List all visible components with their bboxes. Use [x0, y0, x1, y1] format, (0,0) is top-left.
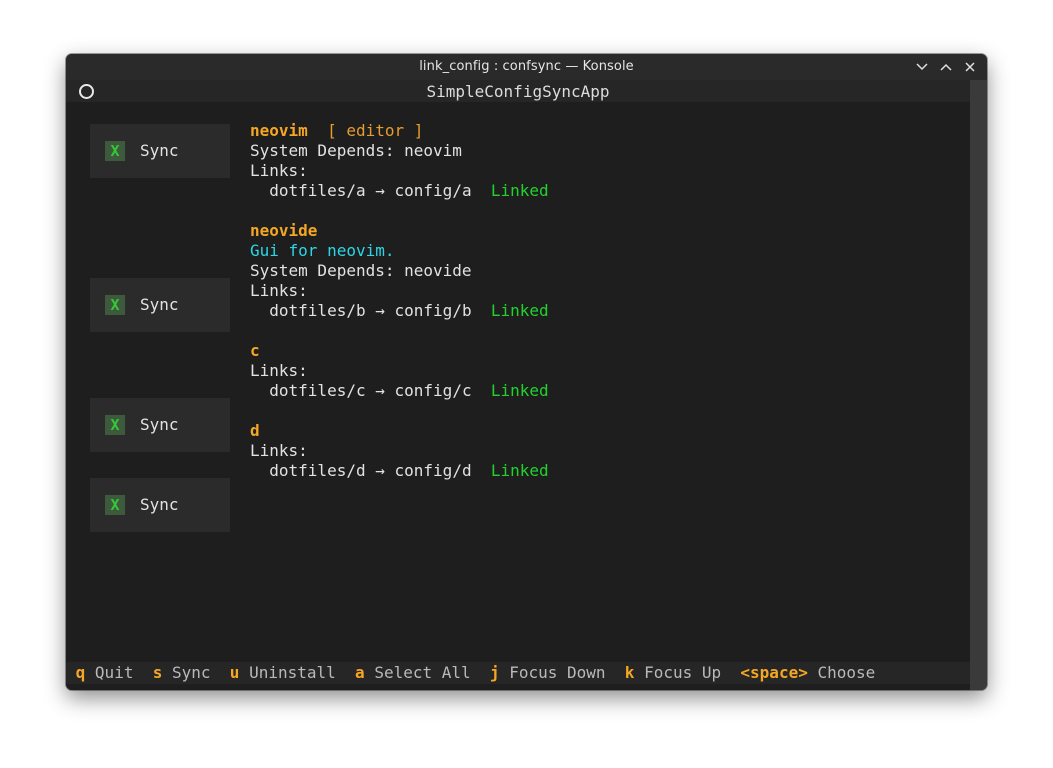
arrow-icon: → [375, 181, 385, 200]
app-title: SimpleConfigSyncApp [426, 82, 610, 101]
link-status: Linked [490, 301, 549, 320]
entry-tag: [ editor ] [327, 121, 424, 140]
action-choose[interactable]: Choose [817, 663, 875, 682]
sync-label: Sync [140, 295, 179, 314]
arrow-icon: → [375, 301, 385, 320]
entry-links-label: Links: [250, 361, 308, 380]
scrollbar[interactable] [970, 80, 987, 690]
link-source: dotfiles/a [269, 181, 366, 200]
link-status: Linked [490, 181, 549, 200]
link-target: config/c [394, 381, 472, 400]
konsole-window: link_config : confsync — Konsole SimpleC… [66, 54, 987, 690]
sync-toggle[interactable]: X Sync [90, 398, 230, 452]
action-focus-down[interactable]: Focus Down [509, 663, 605, 682]
sync-toggle[interactable]: X Sync [90, 478, 230, 532]
entry-depends: System Depends: neovim [250, 141, 462, 160]
entry-link: dotfiles/d → config/d Linked [250, 461, 549, 481]
link-source: dotfiles/d [269, 461, 366, 480]
key-sync[interactable]: s [153, 663, 163, 682]
key-uninstall[interactable]: u [230, 663, 240, 682]
entry-name: neovim [250, 121, 308, 140]
entry-link: dotfiles/a → config/a Linked [250, 181, 549, 201]
key-focus-up[interactable]: k [625, 663, 635, 682]
chevron-down-icon [916, 63, 928, 71]
action-quit[interactable]: Quit [95, 663, 134, 682]
key-choose[interactable]: <space> [740, 663, 807, 682]
entry-links-label: Links: [250, 441, 308, 460]
action-select-all[interactable]: Select All [374, 663, 470, 682]
link-source: dotfiles/b [269, 301, 366, 320]
link-target: config/b [394, 301, 472, 320]
key-select-all[interactable]: a [355, 663, 365, 682]
link-status: Linked [490, 381, 549, 400]
entry-depends: System Depends: neovide [250, 261, 472, 280]
entry-links-label: Links: [250, 161, 308, 180]
arrow-icon: → [375, 461, 385, 480]
minimize-button[interactable] [913, 58, 931, 76]
chevron-up-icon [940, 63, 952, 71]
entry-header: neovim [ editor ] [250, 121, 423, 141]
terminal-area[interactable]: SimpleConfigSyncApp X Sync neovim [ edit… [66, 80, 970, 690]
link-target: config/a [394, 181, 472, 200]
sync-toggle[interactable]: X Sync [90, 124, 230, 178]
close-button[interactable] [961, 58, 979, 76]
sync-toggle[interactable]: X Sync [90, 278, 230, 332]
key-focus-down[interactable]: j [490, 663, 500, 682]
entry-description: Gui for neovim. [250, 241, 395, 260]
link-target: config/d [394, 461, 472, 480]
app-header: SimpleConfigSyncApp [66, 80, 970, 102]
sync-label: Sync [140, 415, 179, 434]
window-titlebar[interactable]: link_config : confsync — Konsole [66, 54, 987, 80]
arrow-icon: → [375, 381, 385, 400]
action-focus-up[interactable]: Focus Up [644, 663, 721, 682]
maximize-button[interactable] [937, 58, 955, 76]
sync-checkbox[interactable]: X [105, 141, 125, 161]
entry-name: neovide [250, 221, 318, 240]
close-icon [965, 62, 975, 72]
entry-link: dotfiles/c → config/c Linked [250, 381, 549, 401]
action-uninstall[interactable]: Uninstall [249, 663, 336, 682]
link-status: Linked [490, 461, 549, 480]
entry-link: dotfiles/b → config/b Linked [250, 301, 549, 321]
sync-checkbox[interactable]: X [105, 415, 125, 435]
window-title: link_config : confsync — Konsole [419, 59, 634, 74]
sync-label: Sync [140, 141, 179, 160]
sync-checkbox[interactable]: X [105, 295, 125, 315]
sync-checkbox[interactable]: X [105, 495, 125, 515]
action-sync[interactable]: Sync [172, 663, 211, 682]
entry-name: d [250, 421, 260, 440]
keybinding-footer: q Quit s Sync u Uninstall a Select All j… [66, 662, 970, 684]
entry-links-label: Links: [250, 281, 308, 300]
key-quit[interactable]: q [76, 663, 86, 682]
sync-label: Sync [140, 495, 179, 514]
entry-name: c [250, 341, 260, 360]
link-source: dotfiles/c [269, 381, 366, 400]
